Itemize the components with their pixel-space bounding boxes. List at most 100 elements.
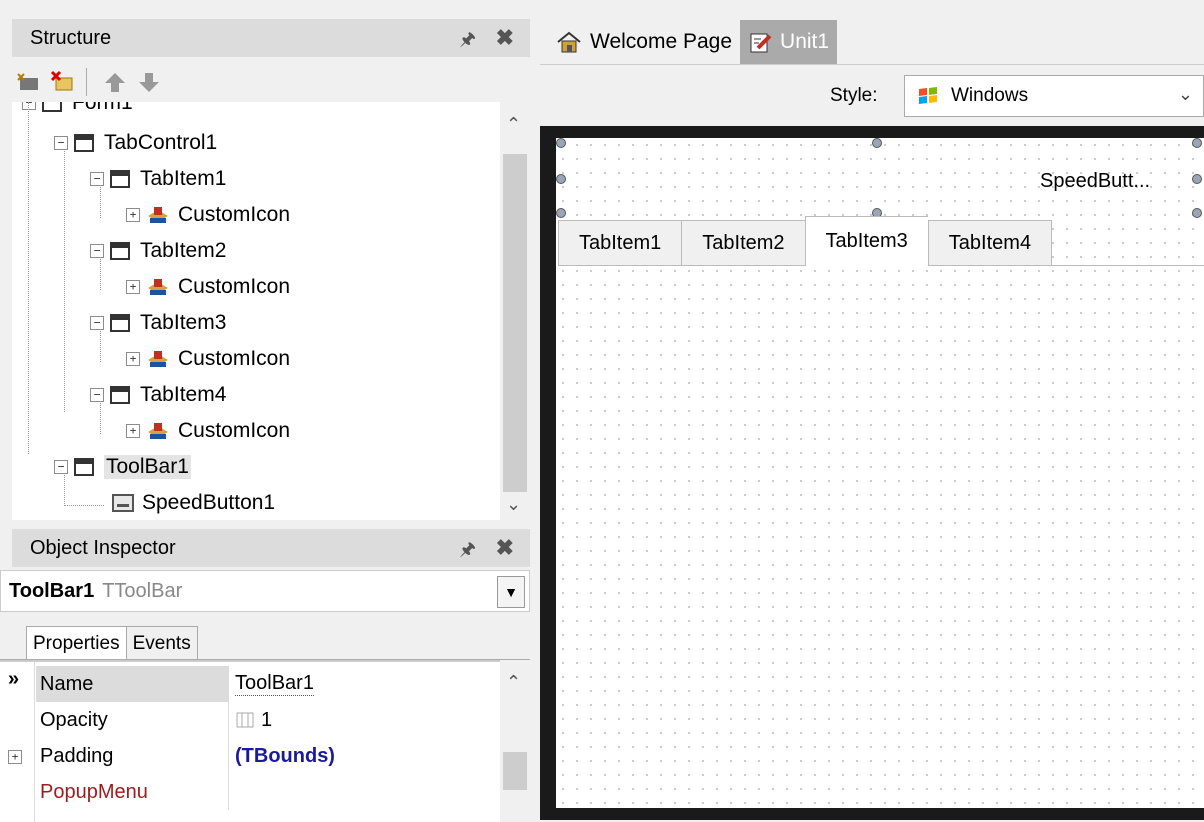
tree-node-customicon[interactable]: + CustomIcon [126,198,290,232]
property-row-opacity[interactable]: Opacity 1 [36,702,500,738]
style-select[interactable]: Windows ⌄ [904,75,1204,117]
toolbar-icon [74,458,94,476]
collapse-icon[interactable]: − [22,102,36,110]
tab-properties[interactable]: Properties [26,626,127,660]
tree-node-label: TabItem3 [140,311,227,334]
tree-node-label: TabItem1 [140,167,227,190]
object-selector[interactable]: ToolBar1 TToolBar ▼ [0,570,530,612]
form-tab-tabitem1[interactable]: TabItem1 [558,220,682,266]
tree-line [28,102,29,454]
tree-node-label: SpeedButton1 [142,491,276,514]
move-up-icon[interactable] [102,70,128,94]
tab-events[interactable]: Events [126,626,198,660]
tree-node-tabcontrol1[interactable]: − TabControl1 [54,126,217,160]
tree-node-tabitem1[interactable]: − TabItem1 [90,162,226,196]
property-value[interactable] [228,774,500,810]
collapse-icon[interactable]: − [90,172,104,186]
selection-handle[interactable] [556,138,566,148]
delete-item-icon[interactable] [50,70,76,94]
pin-icon[interactable]: 🖈︎ [459,537,476,567]
property-scrollbar[interactable]: ⌃ [500,660,530,820]
scrollbar-thumb[interactable] [503,752,527,790]
left-dock: Structure 🖈︎ ✖ − Form1 − TabControl1 − T… [0,0,530,822]
tree-scrollbar[interactable]: ⌃ ⌄ [500,102,530,520]
collapse-icon[interactable]: − [54,136,68,150]
form-tab-tabitem4[interactable]: TabItem4 [927,220,1053,266]
selection-handle[interactable] [1192,138,1202,148]
form-tab-control: TabItem1 TabItem2 TabItem3 TabItem4 [558,216,1053,266]
tree-node-tabitem2[interactable]: − TabItem2 [90,234,226,268]
structure-toolbar [12,62,530,102]
object-inspector-title: Object Inspector [30,536,176,559]
form-icon [42,102,62,112]
style-label: Style: [830,85,878,106]
form-tab-tabitem3[interactable]: TabItem3 [804,216,928,266]
selection-handle[interactable] [556,208,566,218]
property-value-text[interactable]: ToolBar1 [235,672,314,696]
tab-welcome-page[interactable]: Welcome Page [548,20,740,64]
tab-unit1[interactable]: Unit1 [740,20,838,64]
expand-icon[interactable]: + [126,352,140,366]
tab-label: Unit1 [780,30,830,53]
unit-file-icon [750,33,772,53]
expand-icon[interactable]: + [126,280,140,294]
inspector-tabs: Properties Events [26,626,198,660]
scroll-up-icon[interactable]: ⌃ [506,672,521,693]
component-icon [148,207,168,223]
property-grid[interactable]: » Name ToolBar1 Opacity 1 + Padding (TBo… [0,660,500,822]
tree-line [64,146,65,412]
tabitem-icon [110,170,130,188]
property-value[interactable]: (TBounds) [228,738,500,774]
tree-node-speedbutton1[interactable]: SpeedButton1 [112,486,275,520]
tab-label: Welcome Page [590,30,733,53]
expand-icon[interactable]: + [8,750,22,764]
tree-node-tabitem4[interactable]: − TabItem4 [90,378,226,412]
close-icon[interactable]: ✖ [496,535,514,561]
selection-handle[interactable] [1192,174,1202,184]
move-down-icon[interactable] [136,70,162,94]
collapse-icon[interactable]: − [90,244,104,258]
property-row-name[interactable]: Name ToolBar1 [36,666,500,702]
tabitem-icon [110,242,130,260]
collapse-icon[interactable]: − [90,316,104,330]
scrollbar-thumb[interactable] [503,154,527,492]
tree-node-label: TabItem2 [140,239,227,262]
toolbar-divider [86,68,87,96]
tree-node-label: Form1 [72,102,133,114]
component-icon [148,423,168,439]
property-value[interactable]: ToolBar1 [228,666,500,702]
component-icon [148,351,168,367]
tabitem-icon [110,314,130,332]
selection-handle[interactable] [556,174,566,184]
collapse-icon[interactable]: − [54,460,68,474]
structure-panel-title: Structure [30,26,112,49]
property-value-text[interactable]: (TBounds) [235,745,335,768]
selection-handle[interactable] [1192,208,1202,218]
collapse-icon[interactable]: − [90,388,104,402]
expand-icon[interactable]: + [126,424,140,438]
form-tab-tabitem2[interactable]: TabItem2 [681,220,805,266]
tree-node-customicon[interactable]: + CustomIcon [126,270,290,304]
selection-handle[interactable] [872,138,882,148]
pin-icon[interactable]: 🖈︎ [459,27,476,57]
property-row-popupmenu[interactable]: PopupMenu [36,774,500,810]
property-row-padding[interactable]: + Padding (TBounds) [8,738,500,774]
property-value-text[interactable]: 1 [261,709,272,732]
chevron-down-icon[interactable]: ⌄ [1178,84,1193,105]
tree-node-tabitem3[interactable]: − TabItem3 [90,306,226,340]
dropdown-arrow-icon[interactable]: ▼ [497,576,525,608]
speed-button[interactable]: SpeedButt... [1040,170,1150,193]
expand-icon[interactable]: + [126,208,140,222]
tree-node-form1[interactable]: − Form1 [22,102,133,120]
new-item-icon[interactable] [16,70,42,94]
property-value[interactable]: 1 [228,702,500,738]
tree-node-customicon[interactable]: + CustomIcon [126,414,290,448]
tree-node-customicon[interactable]: + CustomIcon [126,342,290,376]
scroll-down-icon[interactable]: ⌄ [506,494,521,515]
close-icon[interactable]: ✖ [496,25,514,51]
tree-node-toolbar1[interactable]: − ToolBar1 [54,450,191,484]
scroll-up-icon[interactable]: ⌃ [506,114,521,135]
tree-line [64,505,104,506]
tree-node-label: CustomIcon [178,203,291,226]
structure-tree[interactable]: − Form1 − TabControl1 − TabItem1 + Custo… [12,102,500,520]
